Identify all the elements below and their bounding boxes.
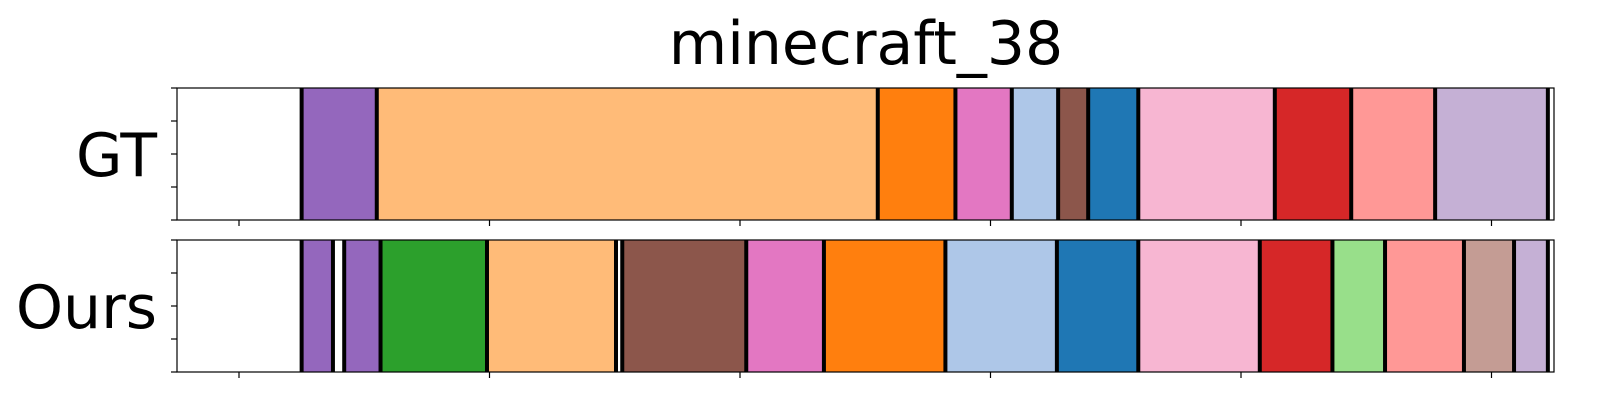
segment xyxy=(1274,88,1352,220)
segmentation-chart: minecraft_38 GT Ours xyxy=(16,9,1555,378)
segment xyxy=(344,240,381,372)
timeline-rows: GT Ours xyxy=(16,87,1555,378)
segment xyxy=(955,88,1012,220)
segment xyxy=(877,88,956,220)
segment xyxy=(376,88,878,220)
segment xyxy=(380,240,487,372)
chart-title: minecraft_38 xyxy=(669,9,1063,79)
segment xyxy=(1332,240,1386,372)
segment xyxy=(1056,240,1139,372)
row-gt: GT xyxy=(76,87,1555,226)
segment xyxy=(622,240,747,372)
segment xyxy=(746,240,824,372)
row-ours: Ours xyxy=(16,239,1555,378)
segment xyxy=(301,88,377,220)
segment xyxy=(486,240,617,372)
segment xyxy=(1463,240,1515,372)
segment xyxy=(1385,240,1464,372)
segment xyxy=(1514,240,1548,372)
segment xyxy=(1138,88,1275,220)
segment xyxy=(1259,240,1333,372)
row-label-gt: GT xyxy=(76,121,157,191)
segment xyxy=(1011,88,1059,220)
segment xyxy=(1058,88,1089,220)
row-label-ours: Ours xyxy=(16,273,157,343)
segment xyxy=(301,240,333,372)
segment xyxy=(1351,88,1436,220)
segment xyxy=(945,240,1057,372)
segment xyxy=(823,240,946,372)
segment xyxy=(1088,88,1139,220)
segment xyxy=(1138,240,1260,372)
segment xyxy=(1435,88,1548,220)
